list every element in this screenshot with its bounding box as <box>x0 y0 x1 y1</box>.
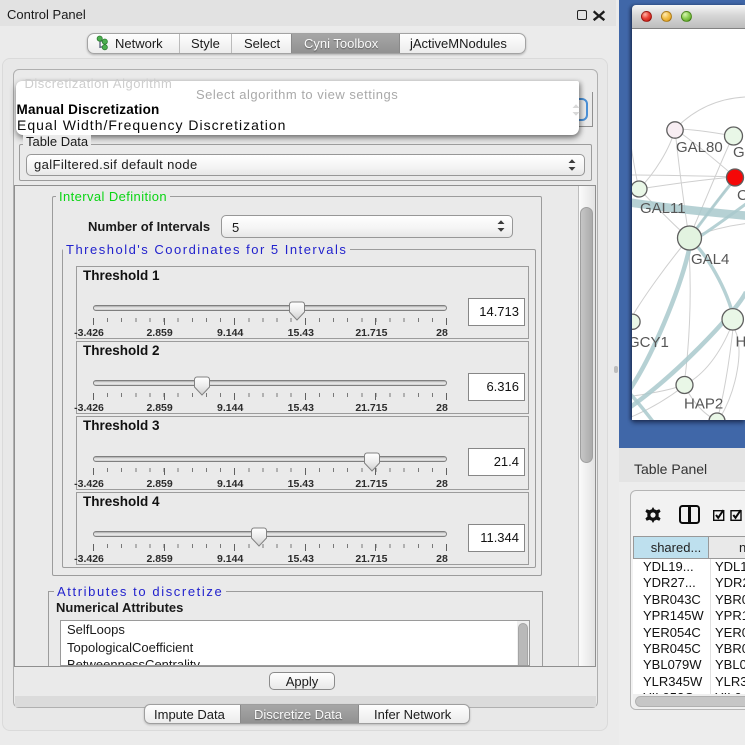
svg-text:C: C <box>737 187 745 204</box>
svg-text:G.: G. <box>733 144 745 161</box>
svg-text:GAL4: GAL4 <box>691 251 729 268</box>
svg-text:GAL80: GAL80 <box>676 139 723 156</box>
svg-text:HAP2: HAP2 <box>684 396 723 413</box>
svg-text:GCY1: GCY1 <box>632 334 669 351</box>
svg-text:GAL11: GAL11 <box>640 200 686 217</box>
svg-text:H: H <box>736 334 745 351</box>
